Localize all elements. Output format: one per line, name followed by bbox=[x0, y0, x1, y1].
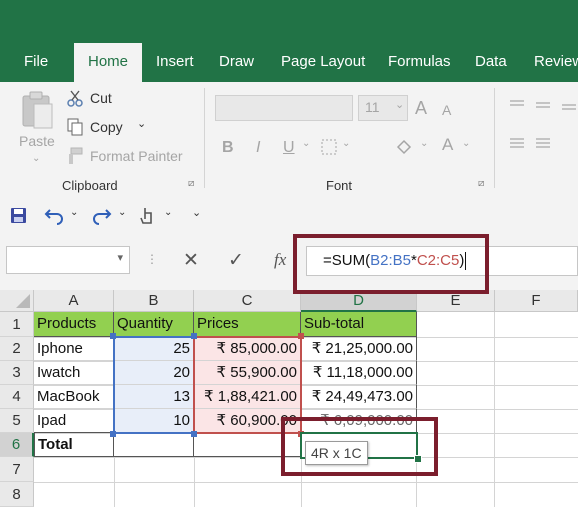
row-header-3[interactable]: 3 bbox=[0, 361, 34, 385]
cell-a6[interactable]: Total bbox=[34, 433, 114, 457]
tab-draw[interactable]: Draw bbox=[219, 48, 254, 82]
font-size-dropdown[interactable]: 11 ⌄ bbox=[358, 95, 408, 121]
cut-button[interactable]: Cut bbox=[90, 90, 112, 106]
cell-a4[interactable]: MacBook bbox=[34, 385, 114, 409]
cell-a5[interactable]: Ipad bbox=[34, 409, 114, 433]
quick-access-toolbar bbox=[0, 198, 578, 234]
redo-dropdown-icon[interactable]: ⌄ bbox=[118, 207, 126, 218]
format-painter-icon bbox=[69, 147, 83, 164]
paste-icon[interactable] bbox=[20, 90, 54, 130]
tab-home[interactable]: Home bbox=[74, 43, 143, 82]
undo-dropdown-icon[interactable]: ⌄ bbox=[70, 207, 78, 218]
save-icon[interactable] bbox=[10, 207, 28, 225]
ribbon-separator bbox=[204, 88, 205, 188]
cell-a2[interactable]: Iphone bbox=[34, 337, 114, 361]
cell-b6[interactable] bbox=[114, 433, 194, 457]
tab-data[interactable]: Data bbox=[475, 48, 507, 82]
insert-function-button[interactable]: fx bbox=[274, 250, 286, 270]
underline-dropdown-icon[interactable]: ⌄ bbox=[302, 138, 310, 149]
alignment-icons[interactable] bbox=[508, 95, 578, 155]
format-painter-button[interactable]: Format Painter bbox=[90, 148, 183, 164]
row-header-7[interactable]: 7 bbox=[0, 457, 34, 482]
row-header-4[interactable]: 4 bbox=[0, 385, 34, 409]
font-color-dropdown-icon[interactable]: ⌄ bbox=[462, 138, 470, 149]
font-size-value: 11 bbox=[365, 99, 380, 115]
column-header-b[interactable]: B bbox=[114, 290, 194, 312]
font-color-button[interactable]: A bbox=[442, 135, 453, 155]
fill-color-dropdown-icon[interactable]: ⌄ bbox=[420, 138, 428, 149]
range-handle[interactable] bbox=[298, 333, 304, 339]
range-handle[interactable] bbox=[110, 431, 116, 437]
row-header-6[interactable]: 6 bbox=[0, 433, 34, 457]
ribbon-separator bbox=[494, 88, 495, 188]
paste-dropdown-icon[interactable]: ⌄ bbox=[32, 153, 40, 164]
underline-button[interactable]: U bbox=[283, 139, 295, 157]
tab-page-layout[interactable]: Page Layout bbox=[281, 48, 365, 82]
column-header-a[interactable]: A bbox=[34, 290, 114, 312]
italic-button[interactable]: I bbox=[256, 139, 260, 157]
row-header-8[interactable]: 8 bbox=[0, 482, 34, 507]
grid-line bbox=[114, 457, 115, 507]
cell-d4[interactable]: ₹ 24,49,473.00 bbox=[301, 385, 417, 409]
font-launcher-icon[interactable]: ⧄ bbox=[478, 178, 484, 189]
copy-icon bbox=[67, 118, 83, 136]
borders-dropdown-icon[interactable]: ⌄ bbox=[342, 138, 350, 149]
chevron-down-icon: ⌄ bbox=[395, 99, 405, 111]
range-handle[interactable] bbox=[191, 333, 197, 339]
copy-button[interactable]: Copy bbox=[90, 119, 123, 135]
select-all-corner[interactable] bbox=[0, 290, 34, 312]
tab-review[interactable]: Review bbox=[534, 48, 578, 82]
borders-icon[interactable] bbox=[320, 138, 338, 156]
row-header-2[interactable]: 2 bbox=[0, 337, 34, 361]
tab-insert[interactable]: Insert bbox=[156, 48, 194, 82]
cell-a1[interactable]: Products bbox=[34, 312, 114, 337]
fill-color-icon[interactable] bbox=[394, 137, 414, 157]
row-header-1[interactable]: 1 bbox=[0, 312, 34, 337]
bold-button[interactable]: B bbox=[222, 139, 234, 157]
formula-highlight-box bbox=[293, 234, 489, 294]
name-box[interactable]: ▾ bbox=[6, 246, 130, 274]
font-name-dropdown[interactable] bbox=[215, 95, 353, 121]
grid-line bbox=[194, 457, 195, 507]
formula-bar-grip-icon: ⋮ bbox=[146, 252, 158, 266]
reference-range-quantity bbox=[113, 336, 195, 434]
range-handle[interactable] bbox=[110, 333, 116, 339]
cell-c1[interactable]: Prices bbox=[194, 312, 301, 337]
select-all-triangle-icon bbox=[16, 294, 30, 308]
font-group-label: Font bbox=[326, 178, 353, 193]
range-handle[interactable] bbox=[191, 431, 197, 437]
cell-d1[interactable]: Sub-total bbox=[301, 312, 417, 337]
undo-icon[interactable] bbox=[44, 206, 66, 226]
result-highlight-box bbox=[281, 417, 438, 476]
enter-formula-button[interactable]: ✓ bbox=[228, 249, 244, 272]
touch-mode-dropdown-icon[interactable]: ⌄ bbox=[164, 207, 172, 218]
tab-file[interactable]: File bbox=[24, 48, 48, 82]
touch-mode-icon[interactable] bbox=[138, 205, 156, 227]
tab-formulas[interactable]: Formulas bbox=[388, 48, 451, 82]
cell-d2[interactable]: ₹ 21,25,000.00 bbox=[301, 337, 417, 361]
grow-font-button[interactable]: A bbox=[415, 98, 427, 119]
name-box-dropdown-icon[interactable]: ▾ bbox=[117, 251, 123, 264]
clipboard-launcher-icon[interactable]: ⧄ bbox=[188, 178, 194, 189]
clipboard-group-label: Clipboard bbox=[62, 178, 118, 193]
column-header-f[interactable]: F bbox=[495, 290, 578, 312]
cancel-formula-button[interactable]: ✕ bbox=[183, 249, 199, 272]
customize-qat-icon[interactable]: ⌄ bbox=[192, 206, 201, 219]
column-header-c[interactable]: C bbox=[194, 290, 301, 312]
cell-b1[interactable]: Quantity bbox=[114, 312, 194, 337]
row-header-5[interactable]: 5 bbox=[0, 409, 34, 433]
cell-a3[interactable]: Iwatch bbox=[34, 361, 114, 385]
redo-icon[interactable] bbox=[90, 206, 112, 226]
grid-line bbox=[34, 482, 578, 483]
cut-icon bbox=[67, 90, 83, 107]
shrink-font-button[interactable]: A bbox=[442, 102, 451, 118]
cell-d3[interactable]: ₹ 11,18,000.00 bbox=[301, 361, 417, 385]
copy-dropdown-icon[interactable]: ⌄ bbox=[137, 117, 146, 130]
paste-button[interactable]: Paste bbox=[19, 133, 55, 149]
